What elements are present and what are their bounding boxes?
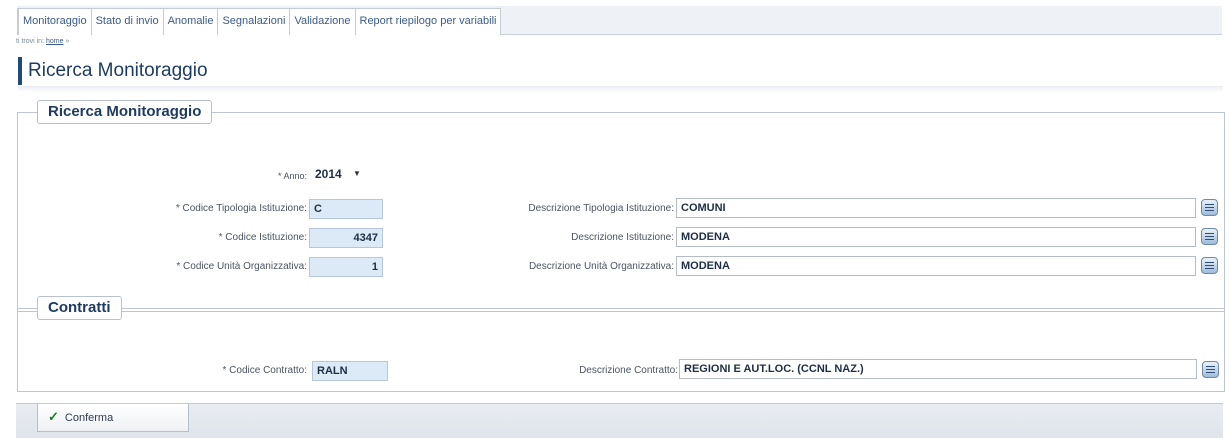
chevron-down-icon: ▼ (353, 169, 361, 178)
page-title: Ricerca Monitoraggio (18, 57, 208, 85)
tab-validazione[interactable]: Validazione (290, 9, 356, 35)
menu-tabs: Monitoraggio Stato di invio Anomalie Seg… (17, 8, 502, 35)
anno-value: 2014 (315, 167, 342, 181)
tab-segnalazioni[interactable]: Segnalazioni (218, 9, 291, 35)
codice-istituzione-field[interactable]: 4347 (309, 228, 383, 248)
list-picker-icon[interactable] (1201, 257, 1218, 274)
breadcrumb: ti trovi in: home » (16, 38, 69, 45)
tab-monitoraggio[interactable]: Monitoraggio (18, 9, 92, 35)
breadcrumb-home-link[interactable]: home (46, 38, 64, 45)
top-menu: Monitoraggio Stato di invio Anomalie Seg… (17, 6, 1222, 35)
codice-unita-field[interactable]: 1 (309, 257, 383, 277)
codice-istituzione-label: * Codice Istituzione: (218, 232, 307, 243)
ricerca-legend: Ricerca Monitoraggio (37, 100, 213, 124)
descr-unita-field[interactable]: MODENA (676, 256, 1196, 276)
checkmark-icon: ✓ (48, 409, 59, 424)
breadcrumb-separator: » (65, 38, 70, 45)
confirm-button[interactable]: ✓ Conferma (37, 404, 189, 432)
codice-unita-label: * Codice Unità Organizzativa: (176, 261, 307, 272)
list-picker-icon[interactable] (1201, 199, 1218, 216)
footer-toolbar: ✓ Conferma (16, 403, 1223, 438)
codice-tipologia-label: * Codice Tipologia Istituzione: (175, 203, 307, 214)
descr-tipologia-label: Descrizione Tipologia Istituzione: (528, 203, 674, 214)
tab-stato-di-invio[interactable]: Stato di invio (92, 9, 164, 35)
tab-anomalie[interactable]: Anomalie (164, 9, 219, 35)
descr-istituzione-label: Descrizione Istituzione: (571, 232, 674, 243)
anno-select[interactable]: 2014 ▼ (311, 164, 371, 186)
descr-contratto-field[interactable]: REGIONI E AUT.LOC. (CCNL NAZ.) (679, 359, 1197, 379)
title-divider (18, 86, 1223, 92)
tab-report-riepilogo[interactable]: Report riepilogo per variabili (356, 9, 501, 35)
codice-contratto-label: * Codice Contratto: (222, 365, 308, 376)
codice-tipologia-field[interactable]: C (309, 199, 383, 219)
descr-unita-label: Descrizione Unità Organizzativa: (528, 261, 674, 272)
anno-label: * Anno: (277, 171, 307, 181)
codice-contratto-field[interactable]: RALN (312, 361, 388, 381)
descr-tipologia-field[interactable]: COMUNI (676, 198, 1196, 218)
confirm-label: Conferma (64, 412, 114, 424)
breadcrumb-prefix: ti trovi in: (16, 38, 45, 45)
descr-istituzione-field[interactable]: MODENA (676, 227, 1196, 247)
list-picker-icon[interactable] (1201, 228, 1218, 245)
descr-contratto-label: Descrizione Contratto: (579, 365, 678, 376)
contratti-legend: Contratti (37, 296, 122, 320)
list-picker-icon[interactable] (1202, 361, 1219, 378)
